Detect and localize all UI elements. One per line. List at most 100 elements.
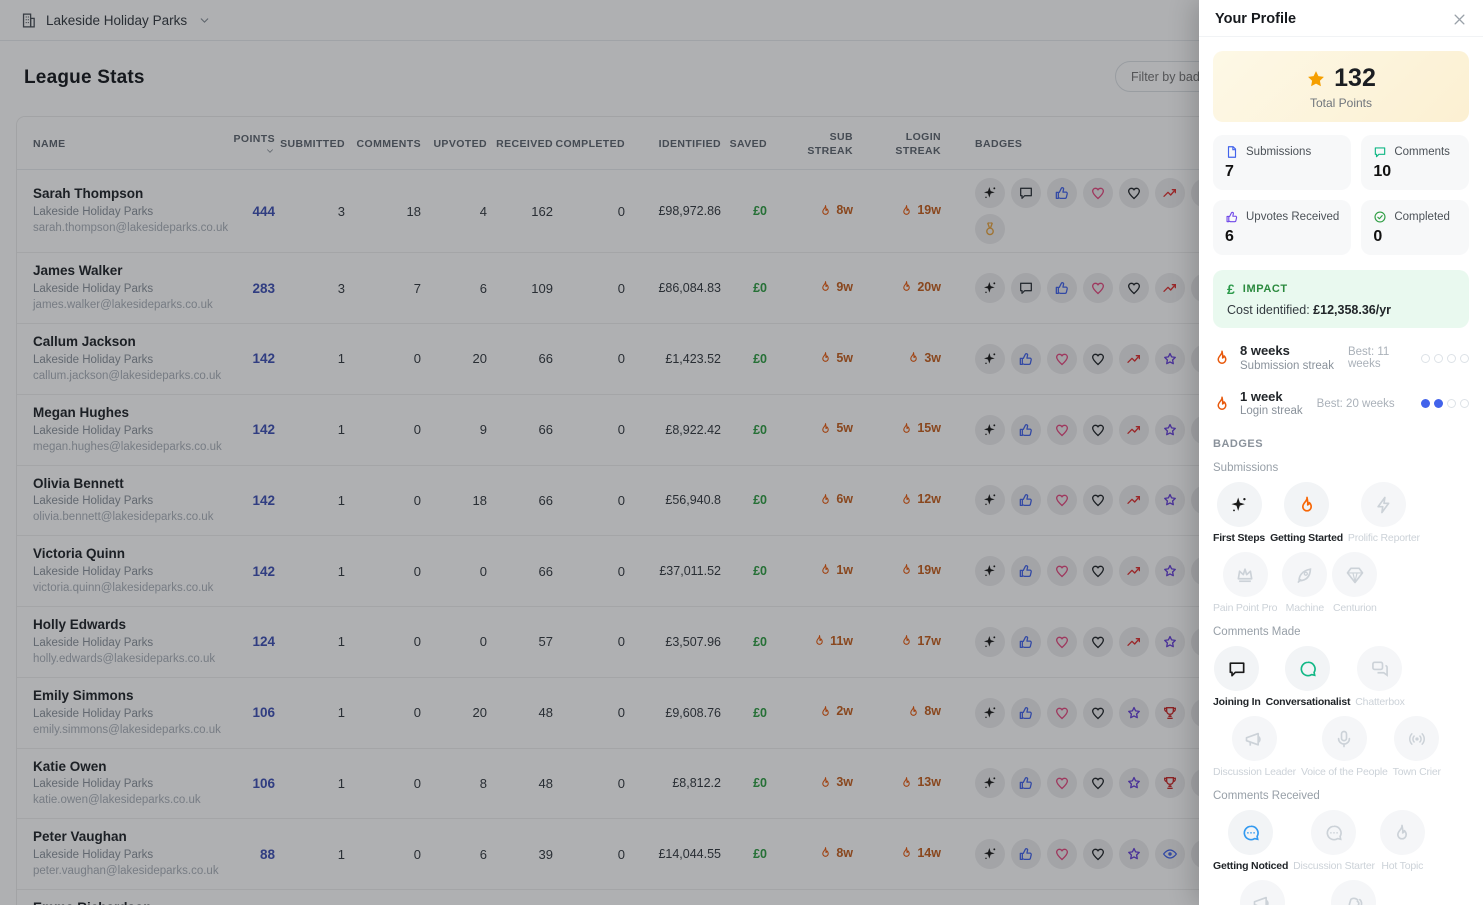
your-profile-drawer: Your Profile 132 Total Points Submission… bbox=[1199, 0, 1483, 905]
stat-tile-upvotes-received: Upvotes Received 6 bbox=[1213, 200, 1351, 255]
chats-icon bbox=[1370, 659, 1390, 679]
comment-icon bbox=[1373, 145, 1387, 159]
drawer-header: Your Profile bbox=[1199, 0, 1483, 37]
streak-dot bbox=[1421, 399, 1430, 408]
total-points-value: 132 bbox=[1334, 64, 1376, 93]
badge-label: Discussion Starter bbox=[1293, 860, 1375, 872]
stat-tile-submissions: Submissions7 bbox=[1213, 135, 1351, 190]
badge-grid: First Steps Getting Started Prolific Repor… bbox=[1213, 482, 1469, 614]
streak-dot bbox=[1447, 399, 1456, 408]
pound-icon: £ bbox=[1227, 281, 1235, 297]
head-sound-icon bbox=[1344, 893, 1364, 905]
streak-dot bbox=[1460, 399, 1469, 408]
impact-card: £ IMPACT Cost identified: £12,358.36/yr bbox=[1213, 270, 1469, 328]
chat-dots-icon bbox=[1241, 823, 1261, 843]
badge-pain-point-pro[interactable]: Pain Point Pro bbox=[1213, 552, 1277, 614]
badge-section-title: Comments Received bbox=[1213, 790, 1469, 802]
streak-dot bbox=[1434, 399, 1443, 408]
badge-label: Discussion Leader bbox=[1213, 766, 1296, 778]
stat-label: Completed bbox=[1394, 211, 1450, 223]
stat-label: Submissions bbox=[1246, 146, 1311, 158]
diamond-icon bbox=[1345, 565, 1365, 585]
badge-first-steps[interactable]: First Steps bbox=[1213, 482, 1265, 544]
flame-icon bbox=[1392, 823, 1412, 843]
document-icon bbox=[1225, 145, 1239, 159]
badge-conversation-catalyst[interactable]: Conversation Catalyst bbox=[1213, 880, 1312, 905]
badge-label: Voice of the People bbox=[1301, 766, 1388, 778]
stat-value: 6 bbox=[1225, 228, 1339, 246]
impact-label: IMPACT bbox=[1243, 283, 1288, 295]
streak-dots bbox=[1421, 399, 1469, 408]
lightning-icon bbox=[1374, 495, 1394, 515]
streak-dot bbox=[1460, 354, 1469, 363]
badge-getting-noticed[interactable]: Getting Noticed bbox=[1213, 810, 1288, 872]
stat-label: Upvotes Received bbox=[1246, 211, 1339, 223]
stat-tile-comments: Comments 10 bbox=[1361, 135, 1469, 190]
stat-value: 0 bbox=[1373, 228, 1457, 246]
badge-label: Conversationalist bbox=[1266, 696, 1351, 708]
check-circle-icon bbox=[1373, 210, 1387, 224]
stat-tiles: Submissions7 Comments 10 Upvotes Received 6 C… bbox=[1213, 135, 1469, 255]
badge-hot-topic[interactable]: Hot Topic bbox=[1380, 810, 1425, 872]
badge-voice-of-the-people[interactable]: Voice of the People bbox=[1301, 716, 1388, 778]
badge-joining-in[interactable]: Joining In bbox=[1213, 646, 1261, 708]
badge-sections: SubmissionsFirst StepsGetting StartedPro… bbox=[1213, 462, 1469, 905]
mic-icon bbox=[1334, 729, 1354, 749]
badge-label: Chatterbox bbox=[1355, 696, 1404, 708]
badge-label: First Steps bbox=[1213, 532, 1265, 544]
streak-value: 1 week bbox=[1240, 389, 1303, 405]
thumbs-icon bbox=[1225, 210, 1239, 224]
badge-talk-of-the-office[interactable]: Talk of the Office bbox=[1317, 880, 1391, 905]
flame-icon bbox=[1213, 395, 1231, 413]
streak-label: Submission streak bbox=[1240, 359, 1334, 374]
badge-discussion-leader[interactable]: Discussion Leader bbox=[1213, 716, 1296, 778]
badge-machine[interactable]: Machine bbox=[1282, 552, 1327, 614]
close-icon[interactable] bbox=[1452, 12, 1467, 27]
badge-centurion[interactable]: Centurion bbox=[1332, 552, 1377, 614]
badge-town-crier[interactable]: Town Crier bbox=[1393, 716, 1441, 778]
streak-row: 1 weekLogin streak Best: 20 weeks bbox=[1213, 389, 1469, 420]
badges-heading: BADGES bbox=[1213, 438, 1469, 450]
rocket-icon bbox=[1295, 565, 1315, 585]
badge-label: Pain Point Pro bbox=[1213, 602, 1277, 614]
flame-icon bbox=[1297, 495, 1317, 515]
streak-dot bbox=[1434, 354, 1443, 363]
chat-dots-icon bbox=[1324, 823, 1344, 843]
badge-grid: Joining In Conversationalist Chatterbox Dis… bbox=[1213, 646, 1469, 778]
megaphone-icon bbox=[1252, 893, 1272, 905]
streak-label: Login streak bbox=[1240, 404, 1303, 419]
badge-conversationalist[interactable]: Conversationalist bbox=[1266, 646, 1351, 708]
badge-label: Hot Topic bbox=[1381, 860, 1423, 872]
impact-cost-line: Cost identified: £12,358.36/yr bbox=[1227, 303, 1455, 317]
badge-prolific-reporter[interactable]: Prolific Reporter bbox=[1348, 482, 1420, 544]
streak-best: Best: 20 weeks bbox=[1317, 398, 1421, 410]
stat-label: Comments bbox=[1394, 146, 1450, 158]
impact-cost-value: £12,358.36/yr bbox=[1313, 303, 1391, 317]
megaphone-icon bbox=[1244, 729, 1264, 749]
badge-grid: Getting Noticed Discussion Starter Hot Top… bbox=[1213, 810, 1469, 905]
stat-value: 10 bbox=[1373, 163, 1457, 181]
badge-getting-started[interactable]: Getting Started bbox=[1270, 482, 1343, 544]
badge-label: Getting Started bbox=[1270, 532, 1343, 544]
badge-label: Joining In bbox=[1213, 696, 1261, 708]
streak-value: 8 weeks bbox=[1240, 343, 1334, 359]
broadcast-icon bbox=[1407, 729, 1427, 749]
spark-icon bbox=[1229, 495, 1249, 515]
stat-tile-completed: Completed 0 bbox=[1361, 200, 1469, 255]
streak-dot bbox=[1421, 354, 1430, 363]
streaks-section: 8 weeksSubmission streak Best: 11 weeks 1 … bbox=[1213, 343, 1469, 419]
badge-label: Machine bbox=[1286, 602, 1324, 614]
badge-discussion-starter[interactable]: Discussion Starter bbox=[1293, 810, 1375, 872]
streak-dot bbox=[1447, 354, 1456, 363]
total-points-label: Total Points bbox=[1213, 96, 1469, 110]
modal-overlay[interactable] bbox=[0, 0, 1199, 905]
badge-chatterbox[interactable]: Chatterbox bbox=[1355, 646, 1404, 708]
badge-section-title: Comments Made bbox=[1213, 626, 1469, 638]
flame-icon bbox=[1213, 349, 1231, 367]
chat-circle-icon bbox=[1298, 659, 1318, 679]
badge-label: Centurion bbox=[1333, 602, 1377, 614]
star-icon bbox=[1306, 69, 1326, 89]
badge-label: Getting Noticed bbox=[1213, 860, 1288, 872]
badge-label: Town Crier bbox=[1393, 766, 1441, 778]
streak-best: Best: 11 weeks bbox=[1348, 346, 1421, 370]
